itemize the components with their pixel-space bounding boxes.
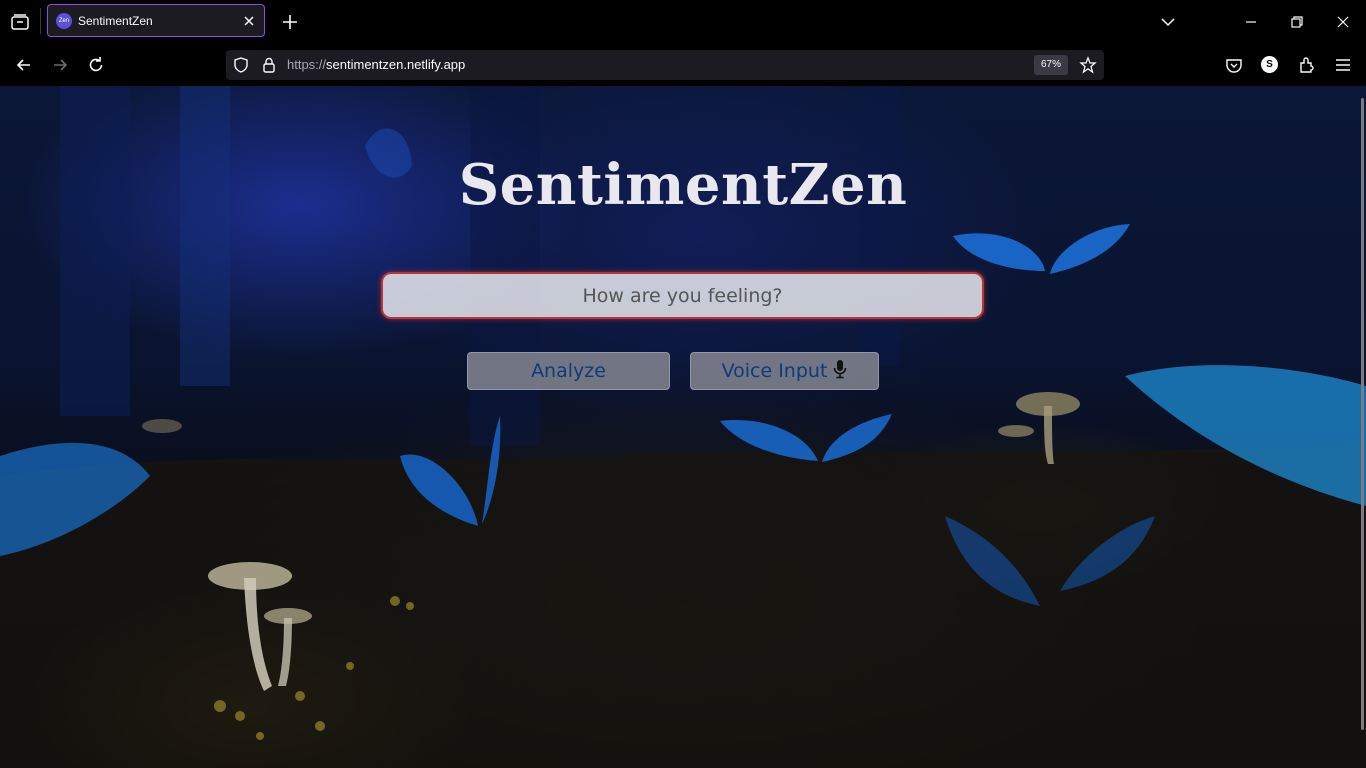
microphone-icon bbox=[833, 359, 847, 384]
page-viewport: SentimentZen Analyze Voice Input bbox=[0, 86, 1366, 768]
feeling-input[interactable] bbox=[381, 272, 984, 319]
chevron-down-icon[interactable] bbox=[1158, 12, 1178, 32]
zoom-level-badge[interactable]: 67% bbox=[1034, 55, 1068, 75]
nav-bar: https://sentimentzen.netlify.app 67% S bbox=[0, 43, 1366, 86]
voice-input-button[interactable]: Voice Input bbox=[690, 352, 879, 390]
analyze-button[interactable]: Analyze bbox=[467, 352, 670, 390]
forward-icon[interactable] bbox=[50, 55, 70, 75]
tab-bar: Zen SentimentZen bbox=[0, 0, 1366, 43]
minimize-icon[interactable] bbox=[1241, 12, 1261, 32]
tab-list-icon[interactable] bbox=[10, 12, 30, 32]
address-bar[interactable]: https://sentimentzen.netlify.app 67% bbox=[226, 50, 1104, 80]
pocket-icon[interactable] bbox=[1224, 55, 1244, 75]
account-avatar[interactable]: S bbox=[1261, 56, 1278, 73]
url-host: sentimentzen.netlify.app bbox=[326, 57, 466, 72]
url-text[interactable]: https://sentimentzen.netlify.app bbox=[287, 57, 465, 72]
browser-tab[interactable]: Zen SentimentZen bbox=[47, 4, 265, 37]
tab-separator bbox=[40, 8, 41, 34]
bookmark-star-icon[interactable] bbox=[1079, 56, 1097, 79]
reload-icon[interactable] bbox=[86, 55, 106, 75]
extensions-icon[interactable] bbox=[1297, 55, 1317, 75]
shield-icon[interactable] bbox=[232, 56, 250, 79]
window-close-icon[interactable] bbox=[1333, 12, 1353, 32]
lock-icon[interactable] bbox=[260, 56, 278, 79]
restore-icon[interactable] bbox=[1287, 12, 1307, 32]
new-tab-icon[interactable] bbox=[281, 13, 299, 31]
tab-favicon: Zen bbox=[56, 13, 72, 29]
tab-title: SentimentZen bbox=[78, 14, 153, 28]
close-icon[interactable] bbox=[242, 14, 256, 28]
analyze-button-label: Analyze bbox=[531, 360, 606, 382]
back-icon[interactable] bbox=[14, 55, 34, 75]
url-scheme: https:// bbox=[287, 57, 327, 72]
menu-icon[interactable] bbox=[1333, 55, 1353, 75]
voice-input-button-label: Voice Input bbox=[721, 360, 828, 382]
page-title: SentimentZen bbox=[458, 152, 908, 218]
